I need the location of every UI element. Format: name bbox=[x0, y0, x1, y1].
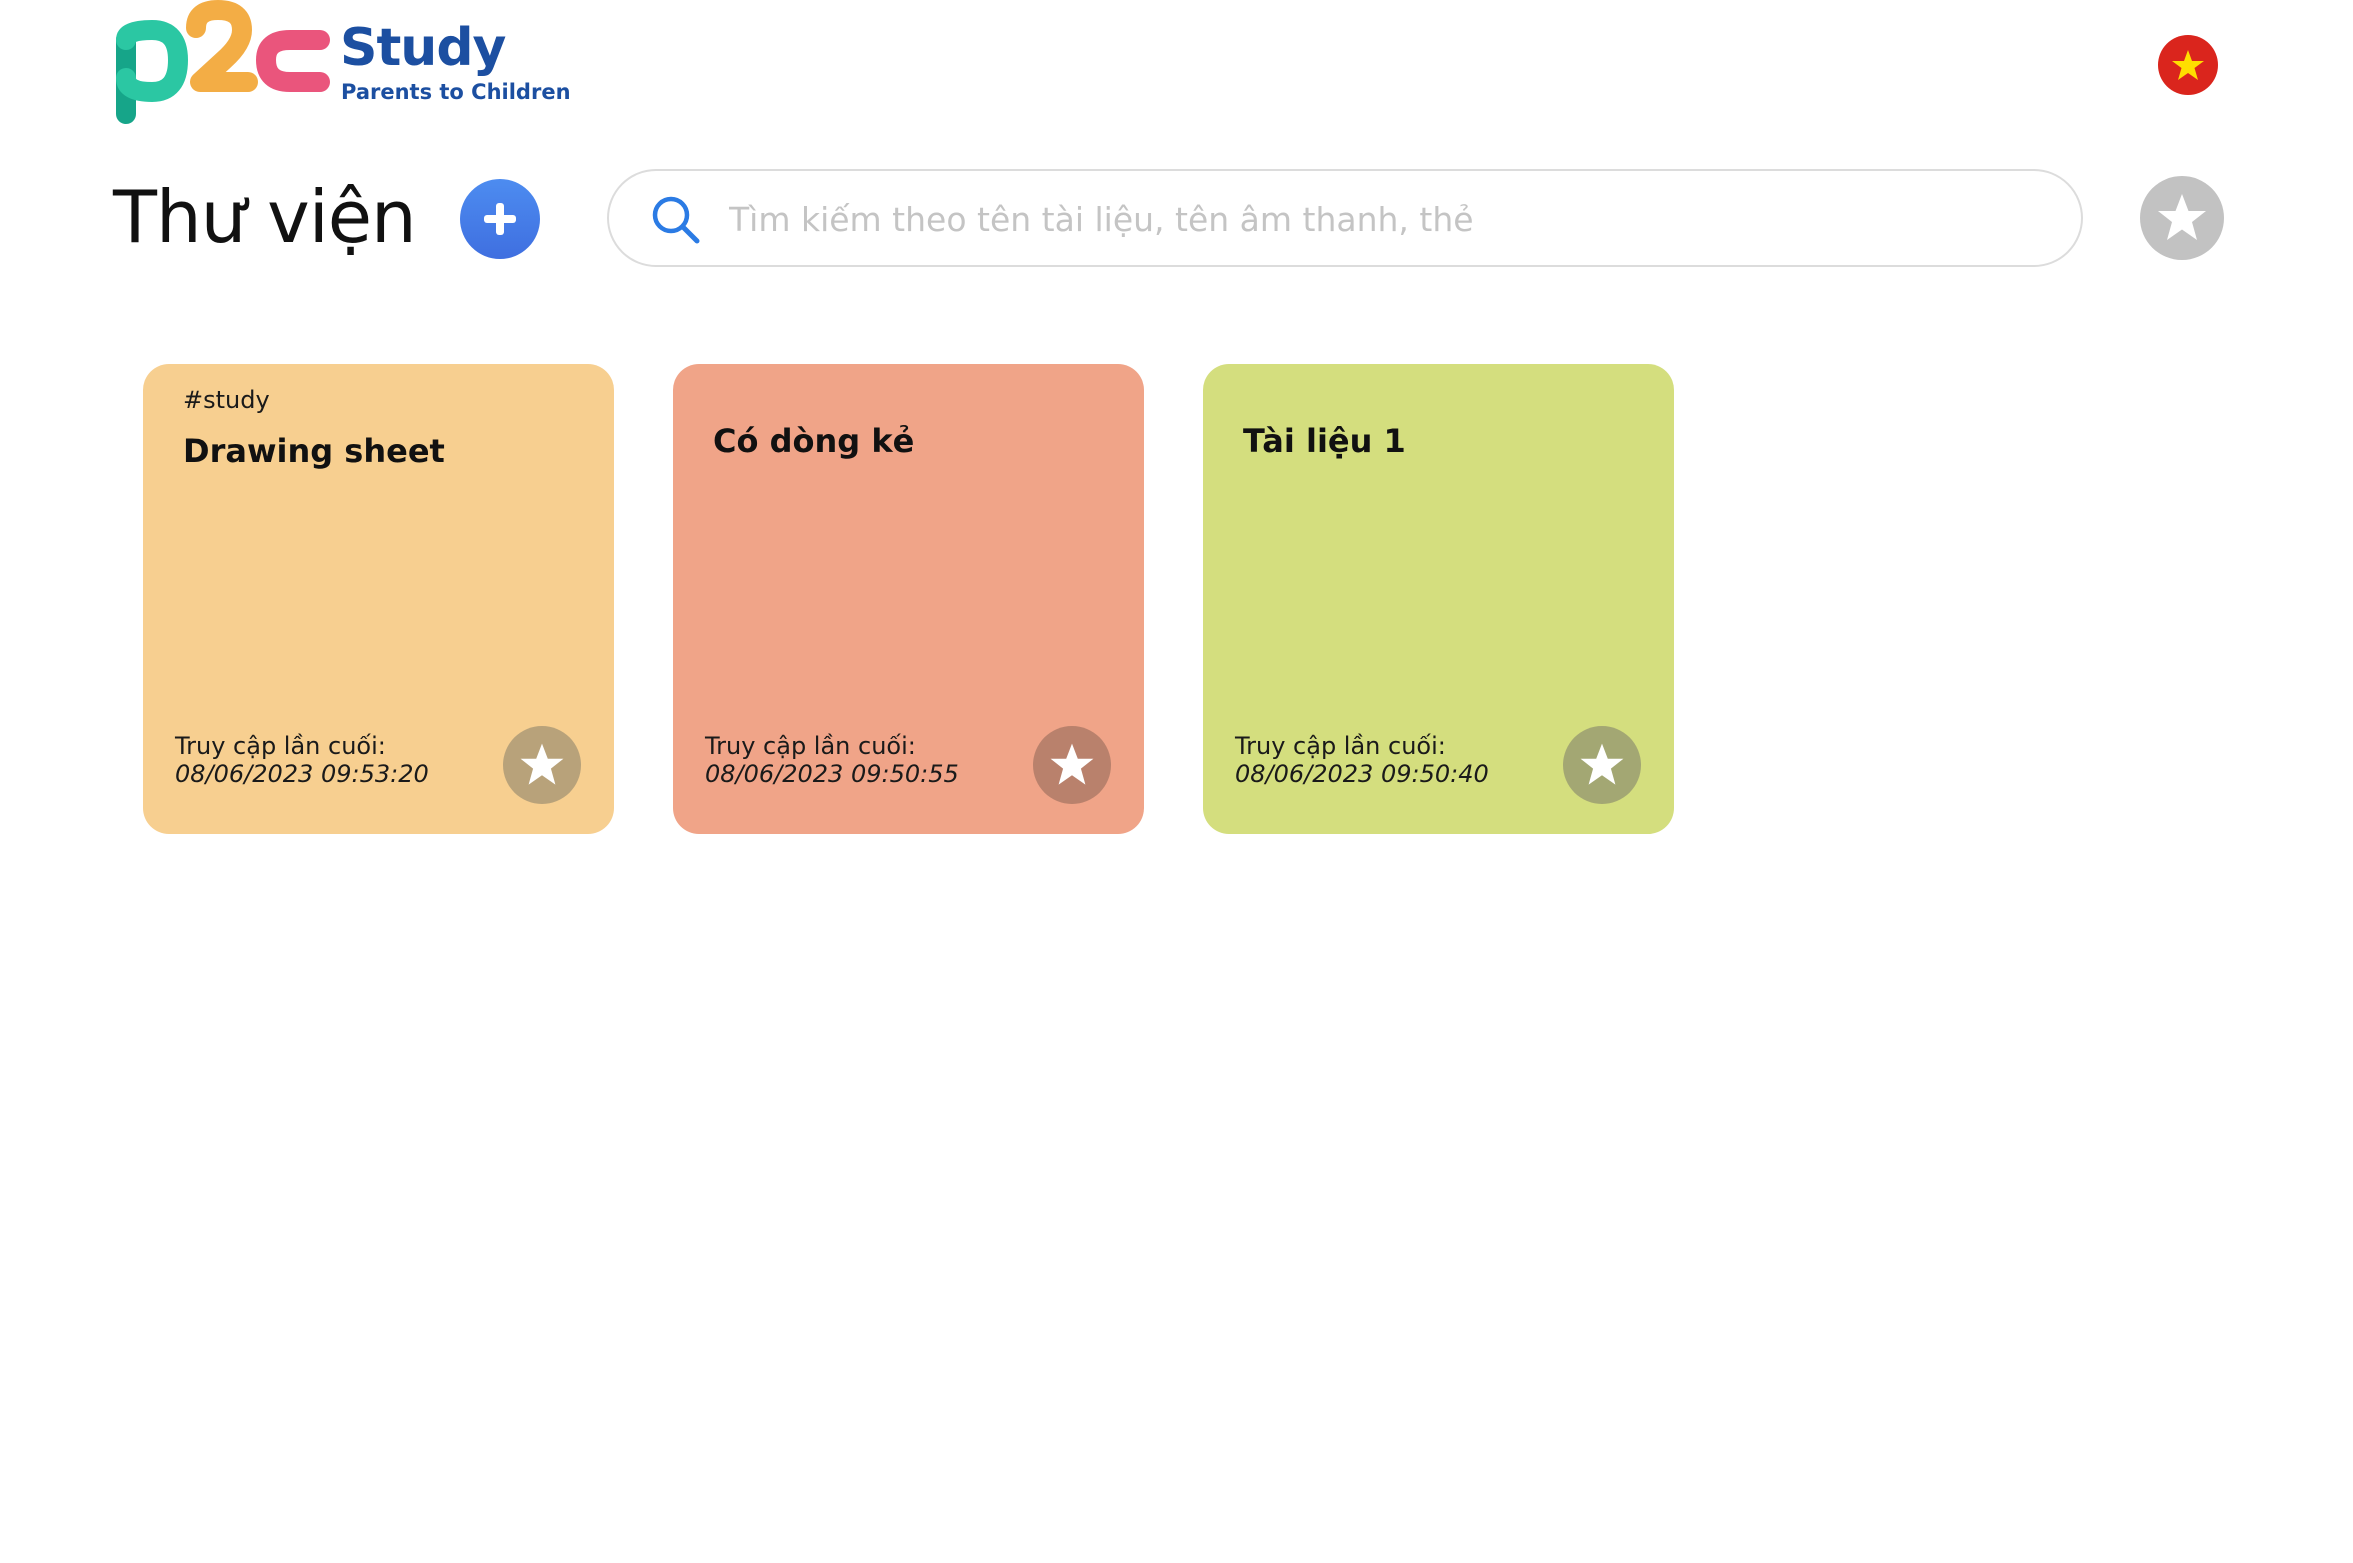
brand-name: Study bbox=[340, 18, 506, 78]
library-page: Study Parents to Children Thư viện #stud… bbox=[0, 0, 2353, 1563]
card-title: Drawing sheet bbox=[183, 432, 445, 470]
star-icon bbox=[1580, 743, 1624, 785]
plus-icon bbox=[484, 203, 516, 235]
search-icon bbox=[652, 196, 700, 244]
star-icon bbox=[520, 743, 564, 785]
card-access-label: Truy cập lần cuối: bbox=[175, 732, 386, 760]
card-favorite-button[interactable] bbox=[1563, 726, 1641, 804]
brand-tagline: Parents to Children bbox=[341, 80, 571, 104]
card-favorite-button[interactable] bbox=[503, 726, 581, 804]
card-favorite-button[interactable] bbox=[1033, 726, 1111, 804]
card-access-time: 08/06/2023 09:50:55 bbox=[705, 760, 959, 788]
card-access-label: Truy cập lần cuối: bbox=[1235, 732, 1446, 760]
language-switch-button[interactable] bbox=[2158, 35, 2218, 95]
favorite-filter-button[interactable] bbox=[2140, 176, 2224, 260]
search-input[interactable] bbox=[727, 185, 2051, 253]
document-card[interactable]: Tài liệu 1 Truy cập lần cuối: 08/06/2023… bbox=[1203, 364, 1674, 834]
card-title: Tài liệu 1 bbox=[1243, 422, 1406, 460]
search-bar[interactable] bbox=[607, 169, 2083, 267]
card-access-time: 08/06/2023 09:50:40 bbox=[1235, 760, 1489, 788]
document-card[interactable]: Có dòng kẻ Truy cập lần cuối: 08/06/2023… bbox=[673, 364, 1144, 834]
p2c-study-logo[interactable]: Study Parents to Children bbox=[112, 0, 571, 130]
card-access-time: 08/06/2023 09:53:20 bbox=[175, 760, 429, 788]
add-document-button[interactable] bbox=[460, 179, 540, 259]
vietnam-flag-icon bbox=[2172, 50, 2204, 80]
card-title: Có dòng kẻ bbox=[713, 422, 915, 460]
star-icon bbox=[1050, 743, 1094, 785]
p2c-logo-mark bbox=[116, 0, 330, 124]
card-access-label: Truy cập lần cuối: bbox=[705, 732, 916, 760]
star-icon bbox=[2158, 194, 2206, 240]
card-tag: #study bbox=[183, 386, 270, 414]
page-title: Thư viện bbox=[113, 175, 417, 259]
document-card[interactable]: #study Drawing sheet Truy cập lần cuối: … bbox=[143, 364, 614, 834]
